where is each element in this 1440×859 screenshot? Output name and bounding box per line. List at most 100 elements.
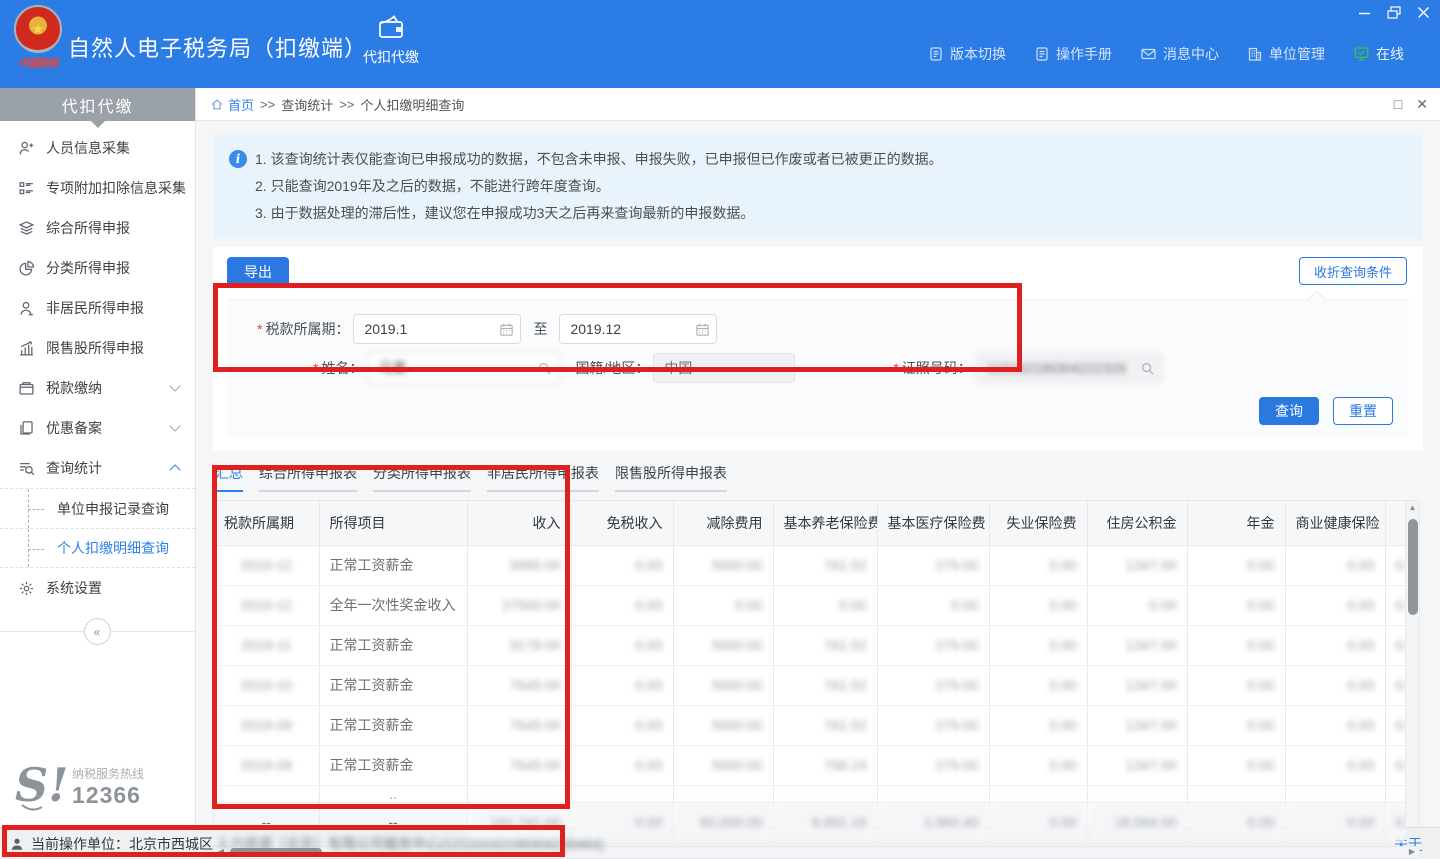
sidebar-item-label: 人员信息采集 — [46, 138, 130, 158]
cell-value: 7645.00 — [467, 705, 571, 745]
cell-value: 0.00 — [1385, 585, 1406, 625]
sidebar-item-label: 优惠备案 — [46, 418, 102, 438]
table-row: 2019-08正常工资薪金7645.000.005000.00798.24279… — [214, 745, 1406, 785]
summary-table: 税款所属期所得项目收入免税收入减除费用基本养老保险费基本医疗保险费失业保险费住房… — [214, 501, 1406, 843]
cell-value — [1385, 785, 1406, 802]
header-menu-item-4[interactable]: 单位管理 — [1247, 44, 1325, 64]
tab-5[interactable]: 限售股所得申报表 — [615, 463, 727, 492]
cell-period: 2019-11 — [214, 625, 319, 665]
name-input[interactable] — [367, 353, 559, 383]
header-menu-item-5[interactable]: 在线 — [1353, 44, 1404, 64]
pie-chart-icon — [18, 260, 35, 277]
cell-value: 761.52 — [773, 545, 877, 585]
user-icon — [18, 300, 35, 317]
table-row: 2019-09正常工资薪金7645.000.005000.00761.52279… — [214, 705, 1406, 745]
sidebar-item-label: 系统设置 — [46, 578, 102, 598]
reset-button[interactable]: 重置 — [1333, 397, 1393, 425]
column-header: 免税收入 — [571, 501, 673, 545]
cell-value: 279.00 — [877, 625, 989, 665]
tab-3[interactable]: 分类所得申报表 — [373, 463, 471, 492]
sidebar-item-1[interactable]: 人员信息采集 — [0, 128, 195, 168]
sidebar-item-4[interactable]: 分类所得申报 — [0, 248, 195, 288]
sidebar-item-7[interactable]: 税款缴纳 — [0, 368, 195, 408]
sidebar-subitem-2[interactable]: 个人扣缴明细查询 — [0, 528, 195, 568]
header-menu-item-1[interactable]: 版本切换 — [928, 44, 1006, 64]
id-number-input — [976, 353, 1162, 383]
sidebar-item-label: 专项附加扣除信息采集 — [46, 178, 186, 198]
cell-value: 18,564.00 — [1087, 802, 1187, 842]
sidebar-collapse-button[interactable]: « — [84, 618, 111, 645]
scroll-up-icon[interactable]: ▲ — [1406, 501, 1419, 515]
table-row: 2019-12全年一次性奖金收入27500.000.000.000.000.00… — [214, 585, 1406, 625]
column-header: 收入 — [467, 501, 571, 545]
mail-icon — [1140, 46, 1157, 62]
cell-value: 0.00 — [1385, 545, 1406, 585]
export-button[interactable]: 导出 — [227, 257, 289, 287]
cell-value: 1347.00 — [1087, 545, 1187, 585]
breadcrumb-separator: >> — [260, 97, 275, 112]
notice-text: 2. 只能查询2019年及之后的数据，不能进行跨年度查询。 — [255, 178, 610, 194]
header-menu-item-2[interactable]: 操作手册 — [1034, 44, 1112, 64]
vertical-scrollbar[interactable]: ▲ ▼ — [1406, 500, 1420, 844]
panel-maximize-icon[interactable]: □ — [1394, 96, 1402, 113]
sidebar-item-label: 税款缴纳 — [46, 378, 102, 398]
tab-withholding-module[interactable]: 代扣代缴 — [348, 14, 434, 67]
header-menu: 版本切换 操作手册 消息中心 单位管理 在线 — [928, 44, 1404, 64]
notice-text: 3. 由于数据处理的滞后性，建议您在申报成功3天之后再来查询最新的申报数据。 — [255, 205, 754, 221]
panel-close-icon[interactable]: ✕ — [1416, 96, 1428, 113]
cell-value: 0.00 — [1285, 585, 1385, 625]
cell-value: 0.00 — [989, 705, 1087, 745]
period-to-input[interactable] — [559, 314, 717, 344]
hotline-number: 12366 — [72, 782, 144, 809]
tab-2[interactable]: 综合所得申报表 — [259, 463, 357, 492]
vertical-scroll-thumb[interactable] — [1408, 519, 1418, 615]
period-from-input[interactable] — [353, 314, 521, 344]
breadcrumb-home[interactable]: 首页 — [210, 95, 254, 114]
sidebar-collapse-row: « — [0, 618, 195, 644]
tab-1[interactable]: 汇总 — [215, 463, 243, 492]
notice-line-3: 3. 由于数据处理的滞后性，建议您在申报成功3天之后再来查询最新的申报数据。 — [229, 200, 1407, 227]
breadcrumb-item-query-stats[interactable]: 查询统计 — [281, 95, 333, 114]
cell-value: 7645.00 — [467, 665, 571, 705]
scroll-right-icon[interactable]: ▶ — [1405, 845, 1419, 859]
tab-4[interactable]: 非居民所得申报表 — [487, 463, 599, 492]
cell-value: 0.00 — [1385, 802, 1406, 842]
query-panel: 导出 收折查询条件 税款所属期： 至 — [213, 247, 1423, 451]
sidebar-item-2[interactable]: 专项附加扣除信息采集 — [0, 168, 195, 208]
cell-value — [877, 785, 989, 802]
sidebar-item-9[interactable]: 查询统计 — [0, 448, 195, 488]
sidebar-item-10[interactable]: 系统设置 — [0, 568, 195, 608]
hotline-logo-icon: S! — [14, 761, 66, 813]
minimize-button[interactable] — [1358, 6, 1371, 19]
cell-value: 0.00 — [1187, 665, 1285, 705]
collapse-query-button[interactable]: 收折查询条件 — [1299, 257, 1407, 285]
title-bar: ★ 中国税务 自然人电子税务局（扣缴端） 代扣代缴 版本切换操作手册消息中心单位… — [0, 0, 1440, 88]
copy-icon — [18, 420, 35, 437]
cell-value: 0.00 — [1187, 745, 1285, 785]
cell-value: 0.00 — [1187, 585, 1285, 625]
sidebar-item-3[interactable]: 综合所得申报 — [0, 208, 195, 248]
column-header: 税款所属期 — [214, 501, 319, 545]
restore-button[interactable] — [1387, 6, 1401, 19]
content-area: i1. 该查询统计表仅能查询已申报成功的数据，不包含未申报、申报失败，已申报但已… — [196, 121, 1440, 827]
sidebar-item-6[interactable]: 限售股所得申报 — [0, 328, 195, 368]
sidebar-subitem-1[interactable]: 单位申报记录查询 — [0, 488, 195, 528]
header-menu-label: 在线 — [1376, 44, 1404, 64]
hotline-label: 纳税服务热线 — [72, 765, 144, 782]
sidebar-item-5[interactable]: 非居民所得申报 — [0, 288, 195, 328]
cell-value: 0.00 — [673, 585, 773, 625]
search-button[interactable]: 查询 — [1259, 397, 1319, 425]
cell-value: 798.24 — [773, 745, 877, 785]
result-table-zone: 税款所属期所得项目收入免税收入减除费用基本养老保险费基本医疗保险费失业保险费住房… — [213, 500, 1423, 844]
cell-value: 0.00 — [1187, 802, 1285, 842]
cell-value: 0.00 — [989, 802, 1087, 842]
header-menu-item-3[interactable]: 消息中心 — [1140, 44, 1219, 64]
sidebar-item-8[interactable]: 优惠备案 — [0, 408, 195, 448]
user-icon — [10, 837, 24, 851]
sidebar-item-label: 查询统计 — [46, 458, 102, 478]
cell-value: 5000.00 — [673, 745, 773, 785]
chevron-down-icon — [169, 420, 180, 431]
close-button[interactable] — [1417, 6, 1430, 19]
column-header: 商业健康保险 — [1285, 501, 1385, 545]
cell-period: 2019-10 — [214, 665, 319, 705]
